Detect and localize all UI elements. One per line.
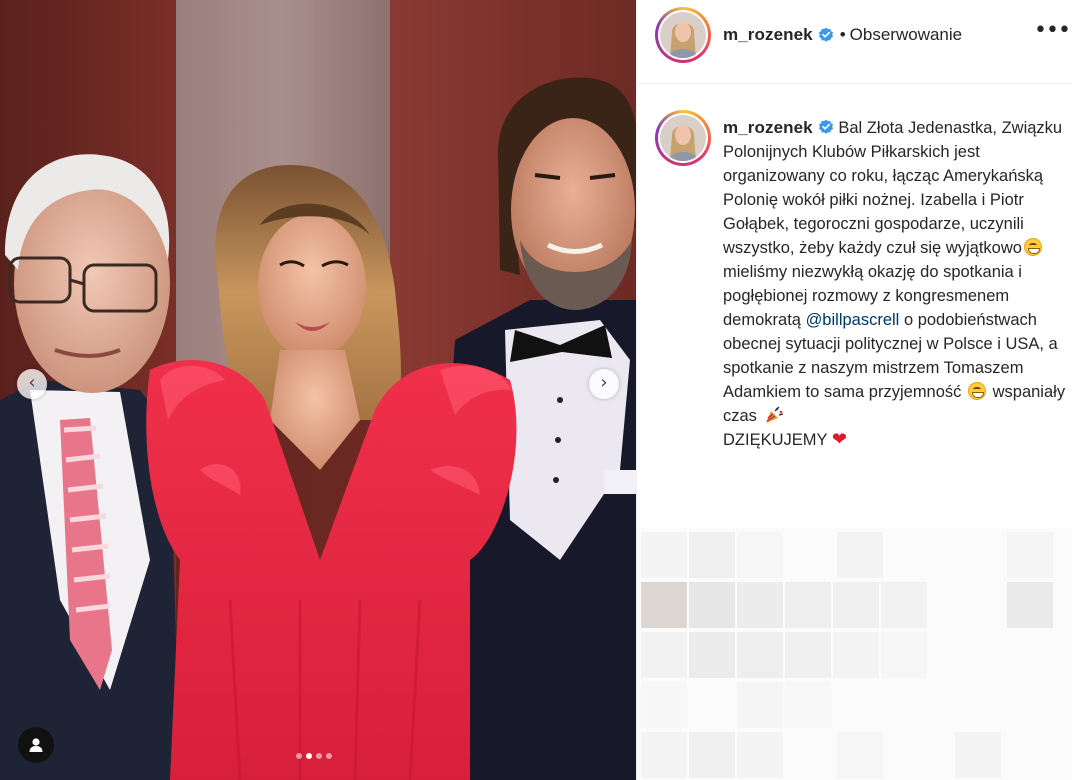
separator-dot: • [839,25,846,44]
verified-badge-icon [818,27,833,42]
chevron-right-icon: › [600,372,608,393]
carousel-dot [296,753,302,759]
post-header: m_rozenek • Obserwowanie ••• [637,0,1072,84]
post-photo[interactable]: ‹ › [0,0,636,780]
red-heart-emoji-icon: ❤ [831,429,847,450]
party-popper-emoji-icon [765,406,783,423]
verified-badge-icon [818,119,833,134]
carousel-next-button[interactable]: › [589,369,619,399]
grinning-emoji-icon [1023,238,1042,256]
carousel-dot [326,753,332,759]
avatar-image [660,115,706,161]
post-image [0,0,636,780]
carousel-dot [306,753,312,759]
author-username[interactable]: m_rozenek [723,25,813,45]
following-button[interactable]: Obserwowanie [850,25,962,45]
caption-text-part: Bal Złota Jedenastka, Związku Polonijnyc… [723,119,1063,257]
caption-author-avatar[interactable] [655,110,711,166]
more-options-icon[interactable]: ••• [1034,20,1071,44]
pixelated-comments-area [637,528,1072,780]
caption-text-part: DZIĘKUJEMY [723,431,828,449]
carousel-prev-button[interactable]: ‹ [17,369,47,399]
post-side-panel: m_rozenek • Obserwowanie ••• m_rozenek B… [636,0,1072,780]
mention-link[interactable]: @billpascrell [806,311,900,329]
user-tags-button[interactable] [18,727,54,763]
carousel-indicator [296,753,332,759]
post-caption: m_rozenek Bal Złota Jedenastka, Związku … [723,116,1068,452]
grinning-emoji-icon [968,382,987,400]
caption-username[interactable]: m_rozenek [723,118,813,137]
carousel-dot [316,753,322,759]
author-avatar[interactable] [655,7,711,63]
user-tag-icon [29,738,43,752]
chevron-left-icon: ‹ [28,372,36,393]
avatar-image [660,12,706,58]
